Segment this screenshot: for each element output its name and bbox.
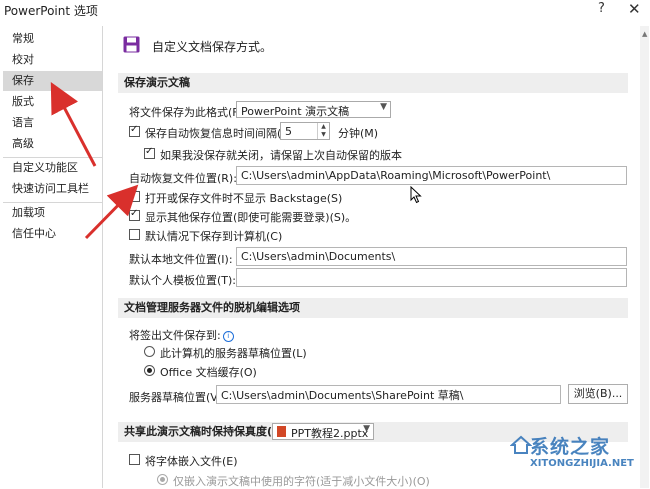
browse-button[interactable]: 浏览(B)... bbox=[568, 384, 628, 404]
drafts-path-input[interactable] bbox=[217, 386, 560, 403]
radio-server-drafts[interactable] bbox=[144, 346, 155, 357]
embed-fonts-label: 将字体嵌入文件(E) bbox=[145, 455, 238, 468]
autorecover-path-label: 自动恢复文件位置(R): bbox=[129, 172, 237, 185]
page-title: 自定义文档保存方式。 bbox=[152, 40, 273, 54]
show-other-locations-checkbox[interactable] bbox=[129, 208, 140, 221]
save-disk-icon bbox=[123, 36, 140, 53]
no-backstage-label: 打开或保存文件时不显示 Backstage(S) bbox=[145, 192, 343, 205]
local-path-input[interactable] bbox=[237, 248, 626, 265]
section-save-presentations: 保存演示文稿 bbox=[118, 73, 628, 93]
show-other-locations-label: 显示其他保存位置(即使可能需要登录)(S)。 bbox=[145, 211, 357, 224]
radio-server-drafts-label: 此计算机的服务器草稿位置(L) bbox=[160, 347, 307, 360]
autorecover-minutes-value: 5 bbox=[285, 125, 292, 138]
sidebar-item-quick-access[interactable]: 快速访问工具栏 bbox=[3, 179, 102, 199]
keep-last-autosaved-checkbox[interactable] bbox=[144, 146, 155, 159]
template-path-label: 默认个人模板位置(T): bbox=[129, 274, 237, 287]
local-path-field[interactable] bbox=[236, 247, 627, 266]
template-path-input[interactable] bbox=[237, 269, 626, 286]
house-logo-icon bbox=[510, 435, 532, 454]
save-format-dropdown[interactable]: PowerPoint 演示文稿 ▼ bbox=[236, 101, 391, 118]
minutes-label: 分钟(M) bbox=[338, 127, 379, 140]
sidebar-item-advanced[interactable]: 高级 bbox=[3, 134, 102, 154]
sidebar-item-addins[interactable]: 加载项 bbox=[3, 203, 102, 223]
embed-fonts-checkbox[interactable] bbox=[129, 454, 140, 465]
vertical-scrollbar[interactable] bbox=[640, 26, 649, 488]
sidebar-item-trust-center[interactable]: 信任中心 bbox=[3, 224, 102, 244]
watermark-url: XITONGZHIJIA.NET bbox=[530, 458, 634, 469]
sidebar-item-layout[interactable]: 版式 bbox=[3, 92, 102, 112]
help-button[interactable]: ? bbox=[598, 1, 605, 16]
section-offline-editing: 文档管理服务器文件的脱机编辑选项 bbox=[118, 298, 628, 318]
no-backstage-checkbox[interactable] bbox=[129, 189, 140, 202]
sidebar-item-save[interactable]: 保存 bbox=[3, 71, 102, 91]
sidebar-item-general[interactable]: 常规 bbox=[3, 29, 102, 49]
watermark-logo: 系统之家 XITONGZHIJIA.NET bbox=[510, 430, 645, 486]
radio-embed-used-chars[interactable] bbox=[157, 474, 168, 485]
fidelity-label: 共享此演示文稿时保持保真度(D): bbox=[124, 425, 291, 438]
autorecover-path-field[interactable] bbox=[236, 166, 627, 185]
autorecover-path-input[interactable] bbox=[237, 167, 626, 184]
options-sidebar: 常规 校对 保存 版式 语言 高级 自定义功能区 快速访问工具栏 加载项 信任中… bbox=[3, 26, 103, 488]
info-icon: i bbox=[222, 331, 234, 342]
autorecover-label: 保存自动恢复信息时间间隔(A) bbox=[145, 127, 294, 140]
sidebar-item-proofing[interactable]: 校对 bbox=[3, 50, 102, 70]
checkout-label: 将签出文件保存到: i bbox=[129, 327, 234, 343]
local-path-label: 默认本地文件位置(I): bbox=[129, 253, 233, 266]
sidebar-item-language[interactable]: 语言 bbox=[3, 113, 102, 133]
radio-office-cache-label: Office 文档缓存(O) bbox=[160, 366, 257, 379]
watermark-title: 系统之家 bbox=[530, 436, 611, 458]
autorecover-checkbox[interactable] bbox=[129, 124, 140, 137]
chevron-down-icon: ▼ bbox=[380, 102, 387, 112]
keep-last-autosaved-label: 如果我没保存就关闭，请保留上次自动保留的版本 bbox=[160, 149, 402, 162]
save-to-computer-label: 默认情况下保存到计算机(C) bbox=[145, 230, 283, 243]
pptx-file-icon bbox=[277, 426, 286, 437]
window-title: PowerPoint 选项 bbox=[4, 4, 98, 18]
sidebar-item-customize-ribbon[interactable]: 自定义功能区 bbox=[3, 158, 102, 178]
stepper-down-icon[interactable]: ▼ bbox=[317, 131, 329, 139]
mouse-cursor-icon bbox=[410, 186, 422, 204]
title-bar: PowerPoint 选项 ? ✕ bbox=[0, 0, 650, 22]
chevron-down-icon: ▼ bbox=[363, 424, 370, 434]
drafts-path-field[interactable] bbox=[216, 385, 561, 404]
autorecover-minutes-stepper[interactable]: 5 ▲ ▼ bbox=[280, 122, 330, 140]
scroll-up-icon[interactable]: ▲ bbox=[642, 30, 647, 38]
options-main-panel: 自定义文档保存方式。 保存演示文稿 将文件保存为此格式(F): PowerPoi… bbox=[110, 26, 638, 488]
checkout-label-text: 将签出文件保存到: bbox=[129, 329, 221, 342]
template-path-field[interactable] bbox=[236, 268, 627, 287]
stepper-up-icon[interactable]: ▲ bbox=[317, 123, 329, 131]
save-format-value: PowerPoint 演示文稿 bbox=[241, 105, 350, 118]
embed-used-chars-label: 仅嵌入演示文稿中使用的字符(适于减小文件大小)(O) bbox=[173, 475, 430, 488]
radio-office-cache[interactable] bbox=[144, 365, 155, 376]
fidelity-file-dropdown[interactable]: PPT教程2.pptx ▼ bbox=[272, 423, 374, 440]
fidelity-file-value: PPT教程2.pptx bbox=[291, 427, 369, 440]
save-to-computer-checkbox[interactable] bbox=[129, 229, 140, 240]
drafts-path-label: 服务器草稿位置(V): bbox=[129, 391, 226, 404]
close-button[interactable]: ✕ bbox=[628, 0, 641, 18]
save-format-label: 将文件保存为此格式(F): bbox=[129, 106, 247, 119]
